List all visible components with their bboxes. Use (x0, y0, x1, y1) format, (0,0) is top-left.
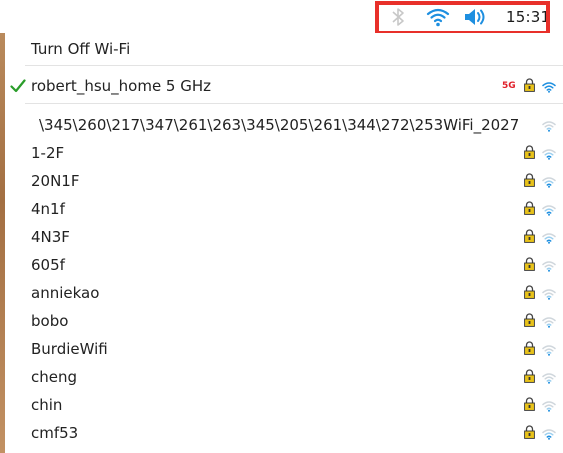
network-item[interactable]: 4n1f (5, 198, 563, 220)
lock-icon (524, 341, 535, 359)
lock-icon (524, 145, 535, 163)
wifi-signal-icon (542, 174, 556, 192)
network-item[interactable]: 1-2F (5, 142, 563, 164)
lock-icon (524, 285, 535, 303)
network-name: anniekao (31, 284, 100, 302)
network-name: bobo (31, 312, 69, 330)
lock-icon (524, 425, 535, 443)
network-item[interactable]: \345\260\217\347\261\263\345\205\261\344… (5, 114, 563, 136)
wifi-signal-icon (542, 258, 556, 276)
network-name: 4N3F (31, 228, 70, 246)
network-name: cmf53 (31, 424, 79, 442)
network-item[interactable]: chin (5, 394, 563, 416)
wifi-network-menu: Turn Off Wi-Fi robert_hsu_home 5 GHz 5G … (5, 33, 563, 453)
network-name: robert_hsu_home 5 GHz (31, 77, 212, 95)
lock-icon (524, 201, 535, 219)
network-item[interactable]: anniekao (5, 282, 563, 304)
menu-separator (25, 103, 563, 104)
wifi-signal-icon (542, 342, 556, 360)
network-name: 1-2F (31, 144, 65, 162)
wifi-signal-icon (542, 79, 556, 97)
lock-icon (524, 313, 535, 331)
network-name: BurdieWifi (31, 340, 108, 358)
turn-off-wifi-label: Turn Off Wi-Fi (31, 40, 131, 58)
network-name: 4n1f (31, 200, 65, 218)
lock-icon (524, 173, 535, 191)
network-name: 605f (31, 256, 65, 274)
wifi-signal-icon (542, 146, 556, 164)
system-panel: 15:31 (0, 0, 563, 35)
wifi-signal-icon (542, 426, 556, 444)
band-5g-badge: 5G (502, 81, 516, 91)
connected-network-item[interactable]: robert_hsu_home 5 GHz 5G (5, 75, 563, 97)
wifi-signal-icon (542, 202, 556, 220)
network-item[interactable]: 20N1F (5, 170, 563, 192)
network-item[interactable]: cheng (5, 366, 563, 388)
lock-icon (524, 397, 535, 415)
lock-icon (524, 369, 535, 387)
menu-separator (25, 65, 563, 66)
lock-icon (524, 78, 535, 96)
panel-left-edge (0, 0, 8, 33)
turn-off-wifi-item[interactable]: Turn Off Wi-Fi (5, 38, 563, 60)
tray-highlight-box (375, 1, 550, 35)
wifi-signal-icon (542, 118, 556, 136)
network-item[interactable]: cmf53 (5, 422, 563, 444)
network-item[interactable]: bobo (5, 310, 563, 332)
network-name: 20N1F (31, 172, 80, 190)
network-name: \345\260\217\347\261\263\345\205\261\344… (39, 116, 520, 134)
network-name: chin (31, 396, 63, 414)
network-item[interactable]: 605f (5, 254, 563, 276)
lock-icon (524, 257, 535, 275)
network-item[interactable]: BurdieWifi (5, 338, 563, 360)
wifi-signal-icon (542, 230, 556, 248)
wifi-signal-icon (542, 286, 556, 304)
check-icon (10, 78, 26, 98)
screen: 15:31 Turn Off Wi-Fi robert_hsu_home 5 G… (0, 0, 563, 453)
wifi-signal-icon (542, 370, 556, 388)
network-item[interactable]: 4N3F (5, 226, 563, 248)
wifi-signal-icon (542, 398, 556, 416)
network-name: cheng (31, 368, 78, 386)
lock-icon (524, 229, 535, 247)
wifi-signal-icon (542, 314, 556, 332)
